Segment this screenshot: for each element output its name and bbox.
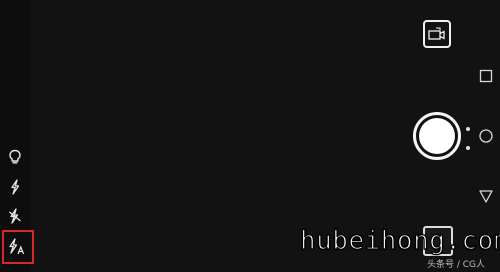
selected-flash-highlight: [2, 230, 34, 264]
recent-apps-icon[interactable]: [477, 67, 495, 85]
bulb-icon[interactable]: [2, 144, 28, 170]
credit-text: 头条号 / CG人: [427, 260, 486, 270]
home-icon[interactable]: [477, 127, 495, 145]
camera-switch-icon[interactable]: [423, 20, 451, 48]
shutter-button[interactable]: [413, 112, 461, 160]
watermark-text: hubeihong.com: [299, 225, 500, 256]
camera-viewfinder[interactable]: hubeihong.com 头条号 / CG人: [0, 0, 500, 272]
flash-off-icon[interactable]: [2, 203, 28, 229]
shutter-inner: [419, 118, 455, 154]
flash-icon[interactable]: [2, 174, 28, 200]
back-icon[interactable]: [477, 187, 495, 205]
